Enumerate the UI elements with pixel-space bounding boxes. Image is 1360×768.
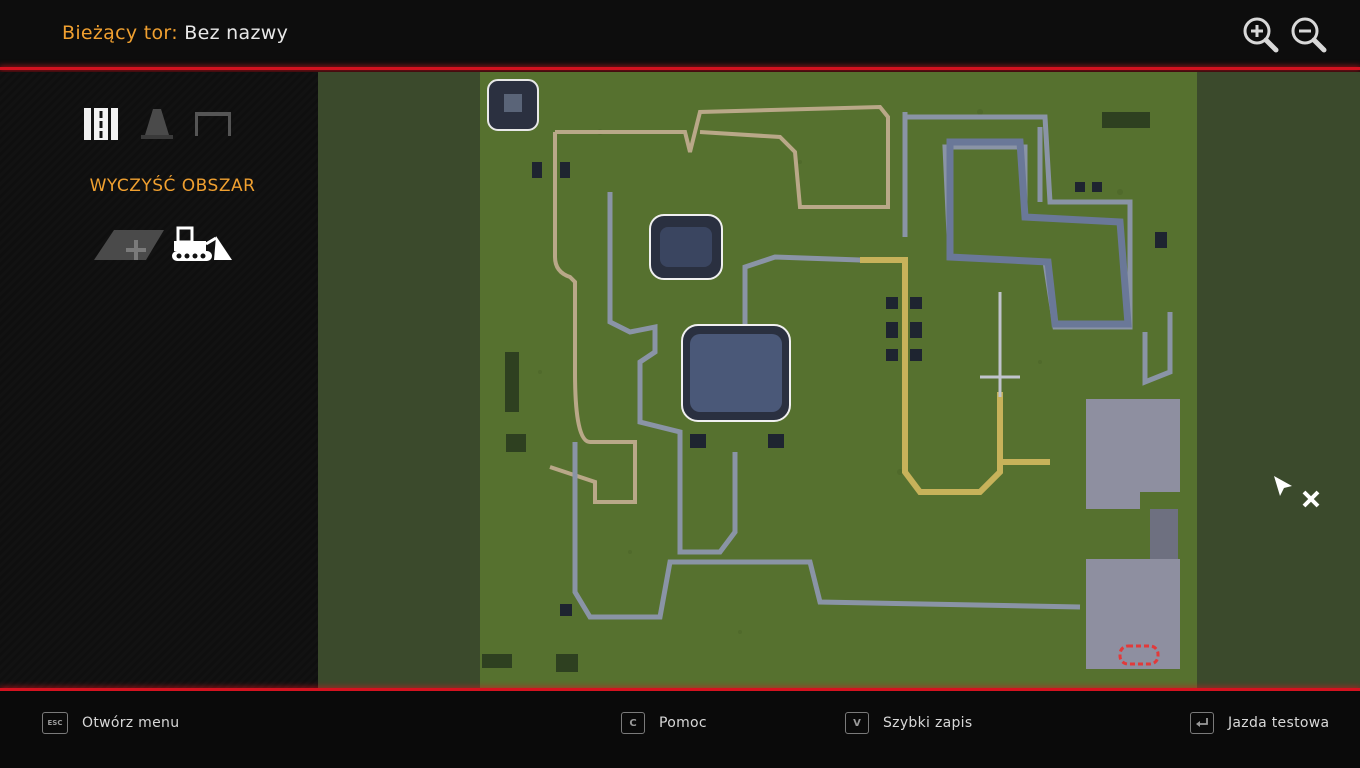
add-terrain-icon[interactable]	[94, 228, 164, 266]
enter-key-icon	[1190, 712, 1214, 734]
test-drive-hint[interactable]: Jazda testowa	[1190, 711, 1329, 735]
open-menu-hint[interactable]: ESC Otwórz menu	[42, 711, 179, 735]
barrier-frame-icon[interactable]	[194, 109, 232, 143]
v-key-icon: V	[845, 712, 869, 734]
top-bar: Bieżący tor: Bez nazwy	[0, 0, 1360, 68]
bulldozer-icon[interactable]	[170, 224, 234, 268]
quicksave-label: Szybki zapis	[883, 715, 973, 731]
track-map[interactable]	[480, 72, 1197, 688]
help-hint[interactable]: C Pomoc	[621, 711, 707, 735]
help-label: Pomoc	[659, 715, 707, 731]
test-drive-label: Jazda testowa	[1228, 715, 1330, 731]
cursor-delete-icon	[1272, 474, 1322, 510]
current-track-label: Bieżący tor:	[62, 22, 178, 44]
paved-lot-upper	[1086, 399, 1180, 509]
zoom-in-icon[interactable]	[1242, 16, 1280, 54]
beige-road	[549, 104, 890, 504]
small-stadium	[649, 214, 723, 280]
map-objects	[532, 162, 1167, 616]
current-track-title: Bieżący tor: Bez nazwy	[62, 22, 288, 44]
zoom-out-icon[interactable]	[1290, 16, 1328, 54]
quicksave-hint[interactable]: V Szybki zapis	[845, 711, 972, 735]
traffic-cone-icon[interactable]	[139, 107, 175, 145]
current-track-name: Bez nazwy	[184, 22, 289, 44]
map-building	[487, 79, 539, 131]
paved-lot-lower	[1086, 509, 1180, 669]
editor-sidebar: WYCZYŚĆ OBSZAR	[0, 72, 318, 688]
road-tiles-icon[interactable]	[83, 107, 119, 145]
runway-cross	[980, 292, 1020, 397]
bottom-bar: ESC Otwórz menu C Pomoc V Szybki zapis J…	[0, 691, 1360, 768]
clear-area-heading: WYCZYŚĆ OBSZAR	[89, 176, 256, 196]
large-stadium	[681, 324, 791, 422]
c-key-icon: C	[621, 712, 645, 734]
yellow-road	[860, 257, 1050, 495]
header-divider	[0, 67, 1360, 70]
open-menu-label: Otwórz menu	[82, 715, 180, 731]
esc-key-icon: ESC	[42, 712, 68, 734]
